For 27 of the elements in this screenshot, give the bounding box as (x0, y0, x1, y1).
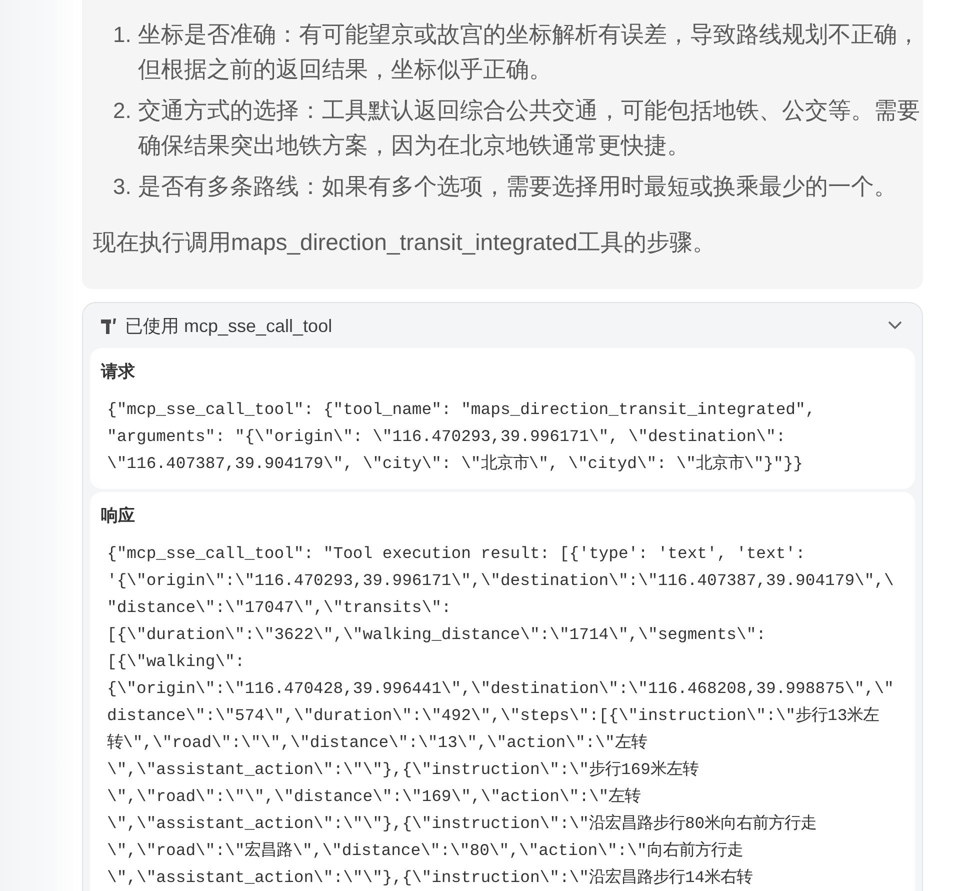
code-line: "arguments": "{\"origin\": \"116.470293,39.996171\", \"destination\": (107, 426, 787, 448)
code-line: [{\"walking\": (107, 651, 246, 673)
section-title: 请求 (101, 361, 136, 383)
paragraph-text: 现在执行调用maps_direction_transit_integrated工具的步骤。 (92, 228, 716, 257)
code-line: [{\"duration\":\"3622\",\"walking_distance\":\"1714\",\"segments\": (107, 624, 768, 646)
code-line: \",\"assistant_action\":\"\"},{\"instruction\":\"沿宏昌路步行14米右转 (107, 867, 754, 889)
code-line: \"116.407387,39.904179\", \"city\": \"北京市\", \"cityd\": \"北京市\"}"}} (107, 453, 804, 475)
code-line: "distance\":\"17047\",\"transits\": (107, 597, 452, 619)
code-line: \",\"road\":\"\",\"distance\":\"169\",\"action\":\"左转 (107, 786, 642, 808)
code-line: '{\"origin\":\"116.470293,39.996171\",\"destination\":\"116.407387,39.904179\",\ (107, 570, 895, 592)
hammer-icon (100, 316, 118, 334)
code-line: {\"origin\":\"116.470428,39.996441\",\"destination\":\"116.468208,39.998875\",\" (107, 678, 895, 700)
list-item-text: 是否有多条路线：如果有多个选项，需要选择用时最短或换乘最少的一个。 (138, 172, 898, 201)
code-line: 转\",\"road\":\"\",\"distance\":\"13\",\"action\":\"左转 (107, 732, 648, 754)
code-line: {"mcp_sse_call_tool": "Tool execution result: [{'type': 'text', 'text': (107, 543, 806, 565)
list-number: 3. (113, 173, 132, 201)
code-line: \",\"road\":\"宏昌路\",\"distance\":\"80\",\"action\":\"向右前方行走 (107, 840, 744, 862)
list-number: 1. (113, 21, 132, 49)
code-line: distance\":\"574\",\"duration\":\"492\",\"steps\":[{\"instruction\":\"步行13米左 (107, 705, 880, 727)
tool-call-title: 已使用 mcp_sse_call_tool (125, 314, 334, 338)
section-title: 响应 (101, 505, 136, 527)
code-line: {"mcp_sse_call_tool": {"tool_name": "maps_direction_transit_integrated", (107, 399, 816, 421)
code-line: \",\"assistant_action\":\"\"},{\"instruction\":\"步行169米左转 (107, 759, 700, 781)
list-item-text: 坐标是否准确：有可能望京或故宫的坐标解析有误差，导致路线规划不正确，但根据之前的返回结果，坐标似乎正确。 (138, 20, 921, 84)
list-number: 2. (113, 97, 132, 125)
list-item-text: 交通方式的选择：工具默认返回综合公共交通，可能包括地铁、公交等。需要确保结果突出地铁方案，因为在北京地铁通常更快捷。 (138, 96, 921, 160)
code-line: \",\"assistant_action\":\"\"},{\"instruction\":\"沿宏昌路步行80米向右前方行走 (107, 813, 818, 835)
